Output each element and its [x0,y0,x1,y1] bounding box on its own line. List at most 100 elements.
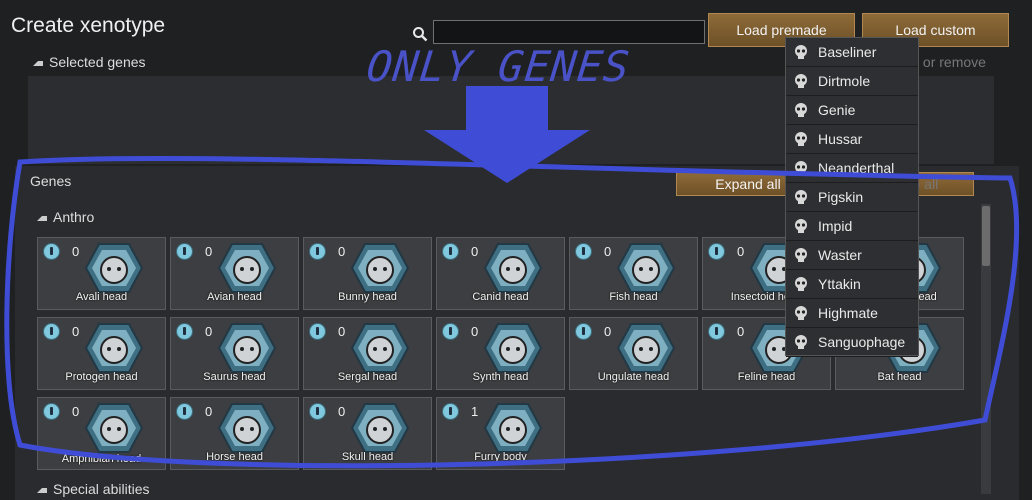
dropdown-item[interactable]: Impid [786,212,918,241]
sergal-head-icon [350,323,410,373]
gene-label: Saurus head [203,371,266,383]
gene-tile[interactable]: 0 Amphibian head [37,397,166,470]
dropdown-item[interactable]: Waster [786,241,918,270]
gene-count: 0 [205,324,213,339]
gene-tile[interactable]: 0 Sergal head [303,317,432,390]
gene-tile[interactable]: 0 Avali head [37,237,166,310]
info-icon[interactable] [575,243,592,260]
gene-tile[interactable]: 0 Avian head [170,237,299,310]
xenotype-skull-icon [795,45,807,59]
info-icon[interactable] [43,243,60,260]
dropdown-item[interactable]: Genie [786,96,918,125]
gene-count: 0 [72,324,80,339]
fish-head-icon [616,243,676,293]
gene-count: 0 [471,244,479,259]
gene-label: Skull head [341,451,394,463]
gene-label: Bat head [877,371,922,383]
gene-count: 0 [604,324,612,339]
dropdown-item-label: Highmate [818,305,878,321]
gene-count: 0 [205,404,213,419]
gene-label: Bunny head [338,291,397,303]
scrollbar-thumb[interactable] [982,206,990,266]
dropdown-item[interactable]: Sanguophage [786,328,918,357]
dropdown-item[interactable]: Neanderthal [786,154,918,183]
gene-tile[interactable]: 1 Furry body [436,397,565,470]
gene-count: 0 [72,244,80,259]
info-icon[interactable] [176,403,193,420]
xenotype-skull-icon [795,190,807,204]
dropdown-item-label: Yttakin [818,276,861,292]
horse-head-icon [217,403,277,453]
info-icon[interactable] [309,323,326,340]
anthro-label: Anthro [53,209,95,225]
dropdown-item[interactable]: Hussar [786,125,918,154]
gene-count: 1 [471,404,479,419]
gene-count: 0 [338,404,346,419]
xenotype-skull-icon [795,74,807,88]
special-abilities-header[interactable]: Special abilities [37,481,150,497]
info-icon[interactable] [708,243,725,260]
dropdown-item-label: Neanderthal [818,160,895,176]
dropdown-item[interactable]: Highmate [786,299,918,328]
gene-tile[interactable]: 0 Skull head [303,397,432,470]
dropdown-item[interactable]: Pigskin [786,183,918,212]
window-title: Create xenotype [11,14,166,37]
gene-tile[interactable]: 0 Horse head [170,397,299,470]
bunny-head-icon [350,243,410,293]
gene-count: 0 [338,244,346,259]
info-icon[interactable] [708,323,725,340]
search-icon [413,27,428,42]
info-icon[interactable] [43,323,60,340]
avian-head-icon [217,243,277,293]
collapse-triangle-icon [33,60,43,66]
gene-label: Horse head [206,451,263,463]
premade-xenotype-dropdown: Baseliner Dirtmole Genie Hussar Neanderthal P… [785,37,919,357]
collapse-triangle-icon [37,215,47,221]
dropdown-item-label: Genie [818,102,856,118]
dropdown-item-label: Impid [818,218,853,234]
dropdown-item[interactable]: Yttakin [786,270,918,299]
gene-tile[interactable]: 0 Saurus head [170,317,299,390]
gene-count: 0 [205,244,213,259]
dropdown-item-label: Baseliner [818,44,877,60]
info-icon[interactable] [442,403,459,420]
info-icon[interactable] [176,243,193,260]
gene-tile[interactable]: 0 Fish head [569,237,698,310]
info-icon[interactable] [575,323,592,340]
gene-tile[interactable]: 0 Synth head [436,317,565,390]
saurus-head-icon [217,323,277,373]
gene-tile[interactable]: 0 Protogen head [37,317,166,390]
dropdown-item-label: Pigskin [818,189,864,205]
info-icon[interactable] [43,403,60,420]
gene-label: Fish head [609,291,658,303]
search-input[interactable] [433,20,705,44]
gene-tile[interactable]: 0 Bunny head [303,237,432,310]
ungulate-head-icon [616,323,676,373]
skull-head-icon [350,403,410,453]
dropdown-item[interactable]: Baseliner [786,38,918,67]
furry-body-icon [483,403,543,453]
info-icon[interactable] [309,403,326,420]
gene-label: Furry body [474,451,527,463]
xenotype-skull-icon [795,277,807,291]
anthro-category-header[interactable]: Anthro [37,209,94,225]
info-icon[interactable] [309,243,326,260]
protogen-head-icon [84,323,144,373]
gene-tile[interactable]: 0 Ungulate head [569,317,698,390]
selected-genes-header[interactable]: Selected genes [33,54,146,70]
gene-tile[interactable]: 0 Canid head [436,237,565,310]
dropdown-item[interactable]: Dirtmole [786,67,918,96]
gene-count: 0 [604,244,612,259]
gene-label: Synth head [472,371,529,383]
gene-label: Ungulate head [597,371,670,383]
dropdown-item-label: Hussar [818,131,863,147]
gene-label: Canid head [472,291,529,303]
info-icon[interactable] [442,243,459,260]
gene-label: Feline head [737,371,796,383]
gene-count: 0 [737,244,745,259]
info-icon[interactable] [442,323,459,340]
info-icon[interactable] [176,323,193,340]
dropdown-item-label: Waster [818,247,862,263]
xenotype-skull-icon [795,132,807,146]
synth-head-icon [483,323,543,373]
